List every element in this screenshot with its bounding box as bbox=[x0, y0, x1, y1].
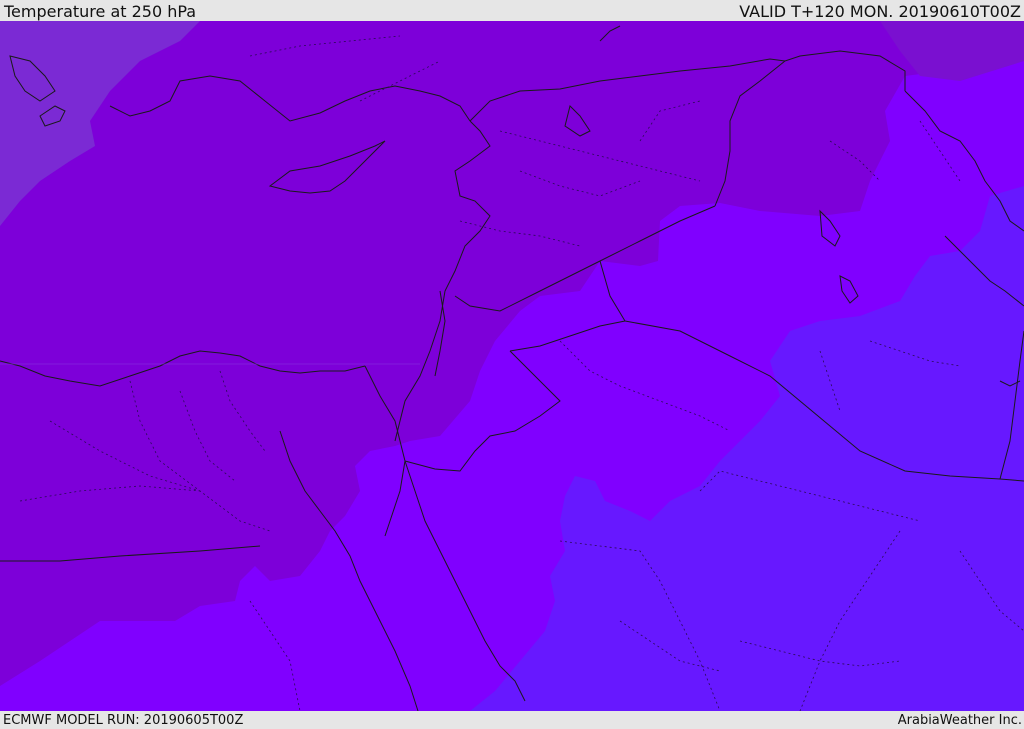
valid-time: VALID T+120 MON. 20190610T00Z bbox=[739, 1, 1021, 21]
model-run: ECMWF MODEL RUN: 20190605T00Z bbox=[3, 712, 244, 728]
map-title: Temperature at 250 hPa bbox=[4, 1, 197, 21]
weather-map-frame: Temperature at 250 hPa VALID T+120 MON. … bbox=[0, 0, 1024, 729]
credit-label: ArabiaWeather Inc. bbox=[897, 712, 1022, 728]
header-bar: Temperature at 250 hPa VALID T+120 MON. … bbox=[0, 0, 1024, 22]
map-canvas bbox=[0, 21, 1024, 711]
footer-bar: ECMWF MODEL RUN: 20190605T00Z ArabiaWeat… bbox=[0, 711, 1024, 729]
